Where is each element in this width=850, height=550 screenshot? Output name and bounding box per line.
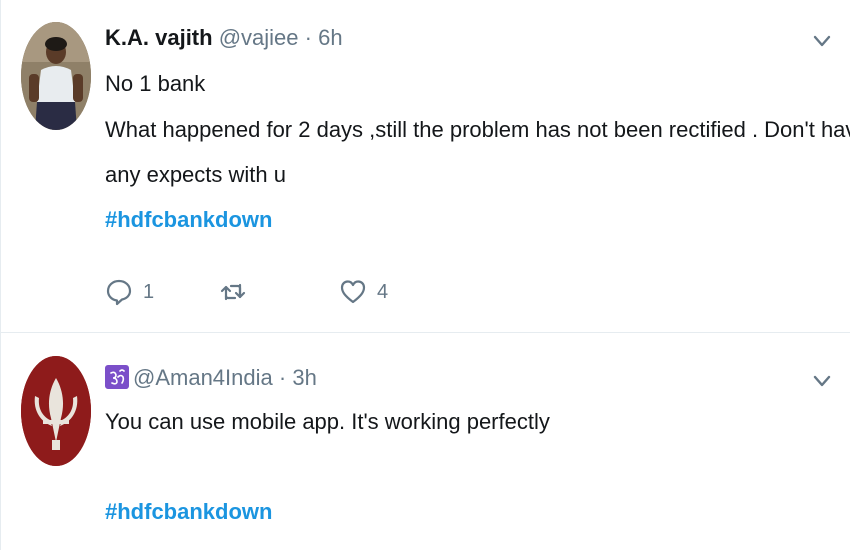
heart-icon <box>340 280 366 304</box>
display-name[interactable]: K.A. vajith <box>105 25 213 50</box>
like-count: 4 <box>377 280 389 303</box>
avatar-photo <box>21 22 91 130</box>
tweet-header: @Aman4India · 3h <box>105 364 317 392</box>
retweet-icon <box>220 283 246 301</box>
tweet-text-line: any expects with u <box>105 162 286 187</box>
om-icon <box>105 365 129 389</box>
tweet-1[interactable]: K.A. vajith @vajiee · 6h No 1 bank What … <box>1 0 850 333</box>
avatar-emblem <box>21 356 91 466</box>
tweet-header: K.A. vajith @vajiee · 6h <box>105 24 343 52</box>
retweet-button[interactable] <box>219 278 257 306</box>
reply-count: 1 <box>143 280 155 303</box>
separator: · <box>304 25 312 50</box>
tweet-text-line: No 1 bank <box>105 71 206 96</box>
avatar[interactable] <box>21 356 91 466</box>
chevron-down-icon[interactable] <box>811 370 833 392</box>
timestamp[interactable]: 6h <box>318 25 342 50</box>
timestamp[interactable]: 3h <box>292 365 316 390</box>
chevron-down-icon[interactable] <box>811 30 833 52</box>
handle[interactable]: @vajiee <box>219 25 299 50</box>
avatar[interactable] <box>21 22 91 130</box>
handle[interactable]: @Aman4India <box>133 365 273 390</box>
tweet-2[interactable]: @Aman4India · 3h You can use mobile app.… <box>1 334 850 550</box>
reply-button[interactable]: 1 <box>105 278 154 306</box>
reply-icon <box>106 279 132 306</box>
hashtag-link[interactable]: #hdfcbankdown <box>105 498 272 526</box>
tweet-text-line: What happened for 2 days ,still the prob… <box>105 117 850 142</box>
hashtag-link[interactable]: #hdfcbankdown <box>105 206 272 234</box>
separator: · <box>278 365 287 390</box>
like-button[interactable]: 4 <box>339 278 388 306</box>
timeline: K.A. vajith @vajiee · 6h No 1 bank What … <box>0 0 850 550</box>
tweet-text-line: You can use mobile app. It's working per… <box>105 409 550 434</box>
